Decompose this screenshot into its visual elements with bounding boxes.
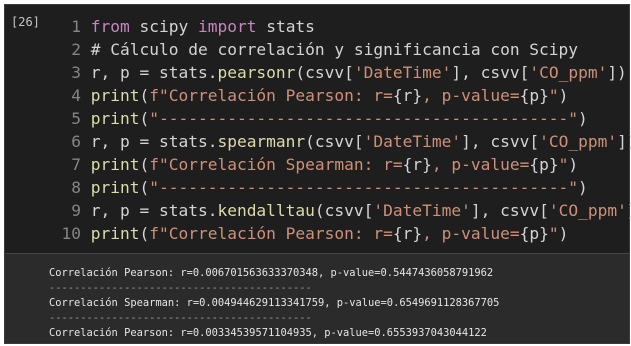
output-separator: ----------------------------------------… <box>49 282 312 294</box>
line-number: 3 <box>71 63 81 82</box>
output-line: Correlación Pearson: r=0.003345395711049… <box>49 327 487 339</box>
line-number: 7 <box>71 155 81 174</box>
code-token: 'DateTime' <box>373 201 471 220</box>
code-token: import <box>197 17 257 36</box>
code-line[interactable]: 9 r, p = stats.kendalltau(csvv['DateTime… <box>53 199 631 222</box>
code-token: from <box>90 17 130 36</box>
code-token: 'DateTime' <box>363 132 462 151</box>
code-token: print <box>90 155 140 174</box>
code-token: , p-value= <box>431 155 530 174</box>
code-editor[interactable]: 1 from scipy import stats 2 # Cálculo de … <box>53 15 631 245</box>
code-token: print <box>90 224 140 243</box>
code-token: "---------------------------------------… <box>149 178 579 197</box>
line-number: 10 <box>61 224 82 243</box>
output-line: Correlación Spearman: r=0.00494462911334… <box>49 297 500 309</box>
code-token: ) <box>558 224 569 243</box>
code-token: 'CO_ppm' <box>539 132 618 151</box>
code-token: ( <box>139 178 150 197</box>
code-token: ) <box>568 155 579 174</box>
code-token: ) <box>578 178 588 197</box>
output-line: Correlación Pearson: r=0.006701563633370… <box>49 267 494 279</box>
code-token: {p} <box>529 155 559 174</box>
code-token: print <box>90 109 140 128</box>
code-token: f"Correlación Spearman: r= <box>149 155 403 174</box>
line-number: 8 <box>71 178 81 197</box>
code-token: ( <box>139 109 150 128</box>
line-number: 2 <box>71 40 81 59</box>
line-number: 4 <box>71 86 81 105</box>
code-token: " <box>548 224 559 243</box>
code-token: {r} <box>402 155 432 174</box>
code-token: {r} <box>392 86 423 105</box>
code-token: spearmanr <box>217 132 306 151</box>
code-line[interactable]: 3 r, p = stats.pearsonr(csvv['DateTime']… <box>53 61 627 84</box>
code-token: r, p = stats. <box>90 63 218 82</box>
code-token: " <box>548 86 559 105</box>
code-token: {p} <box>519 86 549 105</box>
code-token: ]) <box>617 132 631 151</box>
code-token: ( <box>139 86 150 105</box>
code-token: pearsonr <box>217 63 296 82</box>
line-number: 5 <box>71 109 81 128</box>
code-token: kendalltau <box>217 201 315 220</box>
code-token: (csvv[ <box>295 63 354 82</box>
code-token: "---------------------------------------… <box>149 109 579 128</box>
code-line[interactable]: 8 print("-------------------------------… <box>53 176 625 199</box>
code-token: ( <box>139 155 150 174</box>
cell-output: Correlación Pearson: r=0.006701563633370… <box>5 253 629 343</box>
line-number: 6 <box>71 132 81 151</box>
code-token: , p-value= <box>422 224 520 243</box>
code-token: scipy <box>129 17 198 36</box>
notebook-cell[interactable]: [26] 1 from scipy import stats 2 # Cálcul… <box>4 4 631 344</box>
code-line[interactable]: 7 print(f"Correlación Spearman: r={r}, p… <box>53 153 625 176</box>
code-token: 'CO_ppm' <box>529 63 608 82</box>
code-token: 'DateTime' <box>353 63 452 82</box>
code-line[interactable]: 2 # Cálculo de correlación y significanc… <box>53 38 625 61</box>
code-token: , p-value= <box>422 86 520 105</box>
code-line[interactable]: 1 from scipy import stats <box>53 15 625 38</box>
code-line[interactable]: 6 r, p = stats.spearmanr(csvv['DateTime'… <box>53 130 631 153</box>
code-token: {r} <box>392 224 423 243</box>
code-line[interactable]: 5 print("-------------------------------… <box>53 107 625 130</box>
code-line[interactable]: 10 print(f"Correlación Pearson: r={r}, p… <box>53 222 625 245</box>
code-token: " <box>558 155 569 174</box>
code-token: print <box>90 178 140 197</box>
code-token: f"Correlación Pearson: r= <box>149 224 393 243</box>
code-token: stats <box>256 17 315 36</box>
code-token: ], csvv[ <box>470 201 549 220</box>
code-token: print <box>90 86 140 105</box>
code-token: ( <box>139 224 150 243</box>
code-token: ) <box>558 86 569 105</box>
code-token: {p} <box>519 224 549 243</box>
code-token: (csvv[ <box>305 132 364 151</box>
code-token: ], csvv[ <box>461 132 540 151</box>
code-token: 'CO_ppm' <box>548 201 627 220</box>
code-token: r, p = stats. <box>90 201 218 220</box>
line-number: 1 <box>71 17 81 36</box>
code-token: r, p = stats. <box>90 132 218 151</box>
code-token: (csvv[ <box>314 201 374 220</box>
code-token: f"Correlación Pearson: r= <box>149 86 393 105</box>
line-number: 9 <box>71 201 81 220</box>
code-line[interactable]: 4 print(f"Correlación Pearson: r={r}, p-… <box>53 84 625 107</box>
code-token: ]) <box>607 63 627 82</box>
code-token: ]) <box>627 201 631 220</box>
code-token: ], csvv[ <box>451 63 530 82</box>
code-token: # Cálculo de correlación y significancia… <box>90 40 579 59</box>
execution-count: [26] <box>11 15 40 29</box>
code-token: ) <box>578 109 588 128</box>
output-separator: ----------------------------------------… <box>49 312 312 324</box>
